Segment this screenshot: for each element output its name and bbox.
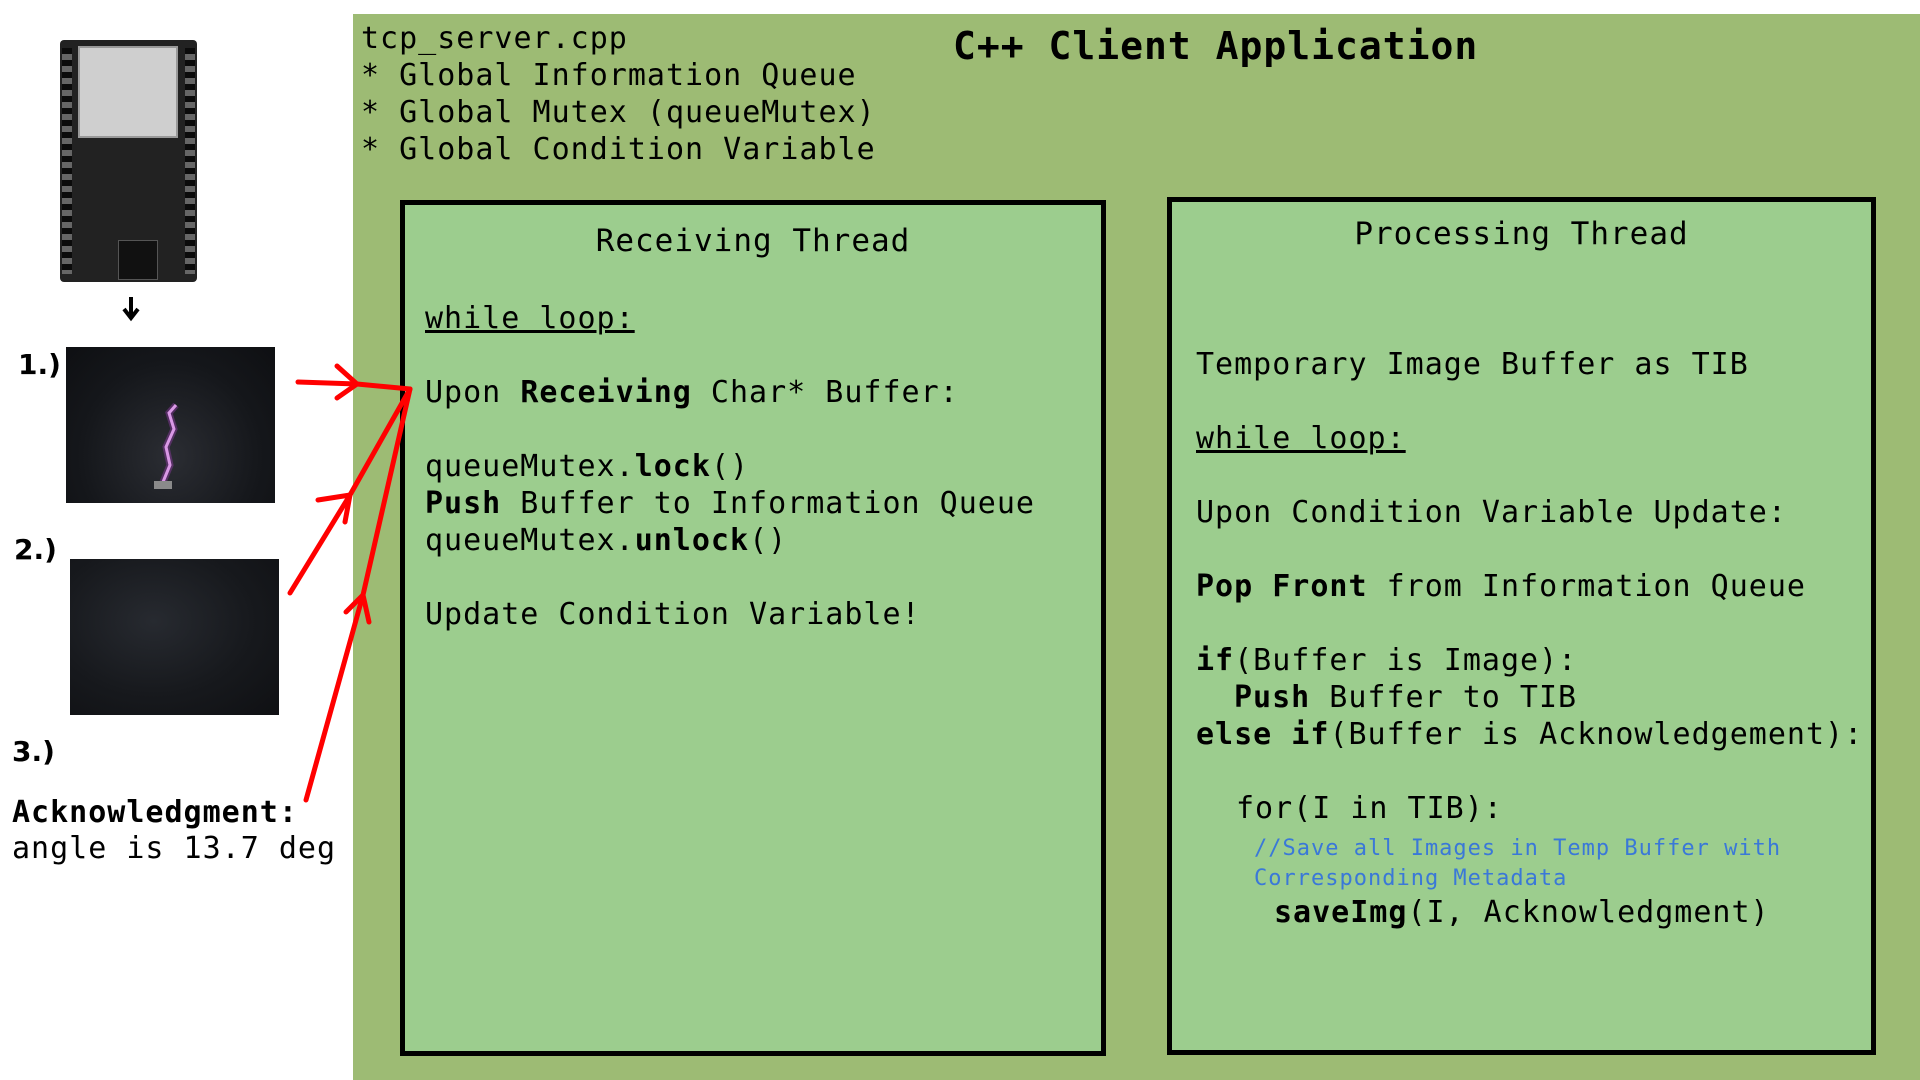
captured-image-1	[66, 347, 275, 503]
recv-while-loop: while loop:	[425, 301, 635, 336]
recv-lock-kw: lock	[634, 449, 711, 484]
proc-push-rest: Buffer to TIB	[1310, 680, 1578, 715]
recv-push-line: Push Buffer to Information Queue	[425, 486, 1035, 521]
proc-for-line: for(I in TIB):	[1236, 791, 1503, 826]
receiving-thread-box: Receiving Thread while loop: Upon Receiv…	[400, 200, 1106, 1056]
esp32-board-image	[60, 40, 197, 282]
file-globals: tcp_server.cpp * Global Information Queu…	[361, 20, 876, 168]
recv-unlock-parens: ()	[749, 523, 788, 558]
recv-upon-kw: Receiving	[520, 375, 692, 410]
pin-header-right	[185, 48, 195, 274]
recv-push-rest: Buffer to Information Queue	[501, 486, 1035, 521]
app-title: C++ Client Application	[953, 24, 1479, 68]
recv-upon-prefix: Upon	[425, 375, 521, 410]
proc-comment-2: Corresponding Metadata	[1254, 866, 1568, 891]
pin-header-left	[62, 48, 72, 274]
proc-while-loop: while loop:	[1196, 421, 1406, 456]
processing-thread-box: Processing Thread Temporary Image Buffer…	[1167, 197, 1876, 1055]
proc-comment-1: //Save all Images in Temp Buffer with	[1254, 836, 1782, 861]
proc-save-rest: (I, Acknowledgment)	[1407, 895, 1770, 930]
global-condvar: * Global Condition Variable	[361, 132, 876, 167]
proc-save-kw: saveImg	[1274, 895, 1408, 930]
down-arrow-icon	[122, 297, 140, 322]
global-mutex: * Global Mutex (queueMutex)	[361, 95, 876, 130]
proc-elseif-kw: else if	[1196, 717, 1330, 752]
receiving-thread-title: Receiving Thread	[595, 223, 911, 259]
proc-if-rest: (Buffer is Image):	[1234, 643, 1578, 678]
recv-upon-line: Upon Receiving Char* Buffer:	[425, 375, 959, 410]
proc-tib-decl: Temporary Image Buffer as TIB	[1196, 347, 1749, 382]
proc-if-kw: if	[1196, 643, 1235, 678]
recv-unlock-kw: unlock	[634, 523, 750, 558]
recv-unlock-obj: queueMutex.	[425, 523, 635, 558]
proc-pop-line: Pop Front from Information Queue	[1196, 569, 1806, 604]
proc-upon-cv: Upon Condition Variable Update:	[1196, 495, 1787, 530]
proc-push-line: Push Buffer to TIB	[1234, 680, 1577, 715]
proc-push-kw: Push	[1234, 680, 1311, 715]
recv-upon-suffix: Char* Buffer:	[691, 375, 959, 410]
proc-save-line: saveImg(I, Acknowledgment)	[1274, 895, 1770, 930]
spark-icon	[154, 402, 179, 489]
recv-unlock-line: queueMutex.unlock()	[425, 523, 787, 558]
usb-chip	[118, 240, 158, 280]
captured-image-2	[70, 559, 279, 715]
recv-lock-obj: queueMutex.	[425, 449, 635, 484]
file-name: tcp_server.cpp	[361, 21, 628, 56]
proc-elseif-line: else if(Buffer is Acknowledgement):	[1196, 717, 1863, 752]
arrow-2	[287, 492, 353, 596]
proc-pop-kw: Pop Front	[1196, 569, 1368, 604]
arrow-1	[295, 379, 360, 387]
recv-push-kw: Push	[425, 486, 502, 521]
arrow-2-head	[315, 491, 354, 525]
global-queue: * Global Information Queue	[361, 58, 857, 93]
recv-update-cv: Update Condition Variable!	[425, 597, 921, 632]
step-label-1: 1.)	[18, 348, 61, 381]
acknowledgment-value: angle is 13.7 deg	[12, 831, 337, 866]
step-label-2: 2.)	[14, 533, 57, 566]
proc-if-line: if(Buffer is Image):	[1196, 643, 1577, 678]
recv-lock-line: queueMutex.lock()	[425, 449, 749, 484]
recv-lock-parens: ()	[710, 449, 750, 484]
step-label-3: 3.)	[12, 735, 55, 768]
proc-elseif-rest: (Buffer is Acknowledgement):	[1329, 717, 1864, 752]
acknowledgment-title: Acknowledgment:	[12, 795, 298, 830]
proc-pop-rest: from Information Queue	[1367, 569, 1806, 604]
processing-thread-title: Processing Thread	[1354, 216, 1689, 252]
wifi-module	[78, 46, 178, 138]
